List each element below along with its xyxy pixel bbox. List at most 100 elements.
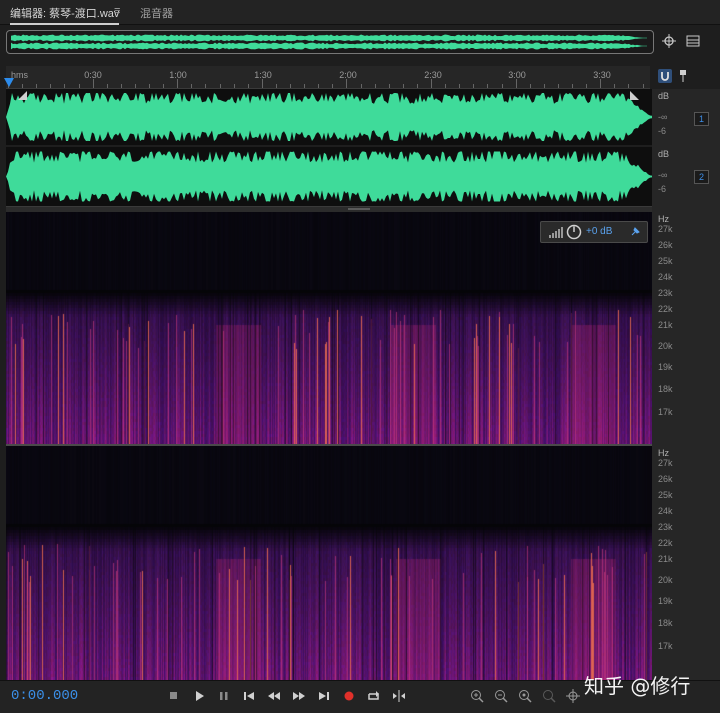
zoom-to-selection-icon[interactable]: [660, 32, 678, 50]
ruler-tick: [346, 79, 348, 88]
frequency-label: 20k: [658, 341, 673, 351]
frequency-label: 24k: [658, 506, 673, 516]
waveform-channel-1[interactable]: [6, 89, 652, 145]
magnet-icon[interactable]: [658, 69, 672, 83]
waveform-graphic: [6, 151, 652, 202]
hud-pin-icon[interactable]: [629, 226, 641, 238]
time-ruler[interactable]: hms 0:30 1:00 1:30 2:00 2:30 3:00 3:30: [6, 66, 650, 89]
spectral-display-channel-2[interactable]: [6, 446, 652, 680]
spectrogram: [6, 446, 652, 680]
play-button[interactable]: [190, 687, 208, 705]
ruler-tick: [572, 84, 573, 88]
ruler-tick: [360, 84, 362, 88]
ruler-tick: [22, 84, 24, 88]
ruler-tick: [487, 84, 489, 88]
waveform-shape: [6, 93, 652, 141]
ruler-tick: [557, 84, 559, 88]
frequency-label: 25k: [658, 256, 673, 266]
stop-button[interactable]: [165, 687, 183, 705]
ruler-tick: [431, 79, 432, 88]
tab-editor[interactable]: 编辑器: 蔡琴-渡口.wav: [10, 5, 120, 25]
go-to-start-button[interactable]: [240, 687, 258, 705]
ruler-label: 2:00: [339, 70, 357, 80]
frequency-label: 19k: [658, 596, 673, 606]
frequency-label: 21k: [658, 554, 673, 564]
record-button[interactable]: [340, 687, 358, 705]
watermark: 知乎 @修行: [584, 674, 691, 698]
ruler-tick: [459, 84, 461, 88]
zoom-out-icon[interactable]: [540, 687, 558, 705]
frequency-label: 17k: [658, 407, 673, 417]
tab-menu-icon[interactable]: ≡: [114, 5, 120, 17]
ruler-tick: [402, 84, 404, 88]
frequency-label: 25k: [658, 490, 673, 500]
channel-2-badge[interactable]: 2: [694, 170, 709, 184]
spectral-display-channel-1[interactable]: [6, 212, 652, 444]
ruler-tick: [628, 84, 630, 88]
timecode-display[interactable]: 0:00.000: [11, 688, 78, 704]
ruler-tick: [318, 84, 320, 88]
ruler-tick: [614, 84, 616, 88]
frequency-label: 27k: [658, 224, 673, 234]
ruler-tick: [445, 84, 447, 88]
overview-waveform[interactable]: [6, 30, 654, 54]
ruler-tick: [600, 79, 602, 88]
ruler-tick: [304, 84, 306, 88]
gain-value[interactable]: +0 dB: [586, 226, 612, 237]
pin-icon[interactable]: [678, 69, 688, 83]
frequency-label: 23k: [658, 522, 673, 532]
ruler-tick: [642, 84, 644, 88]
channel-1-badge[interactable]: 1: [694, 112, 709, 126]
frequency-label: 20k: [658, 575, 673, 585]
divider-grip[interactable]: [348, 208, 370, 210]
gain-knob-icon[interactable]: [566, 224, 582, 240]
ruler-tick: [586, 84, 588, 88]
ruler-tick: [501, 84, 503, 88]
ruler-tick: [205, 84, 207, 88]
skip-selection-button[interactable]: [390, 687, 408, 705]
waveform-shape: [6, 151, 652, 202]
frequency-label: 26k: [658, 474, 673, 484]
zoom-in-icon[interactable]: [516, 687, 534, 705]
frequency-label: 23k: [658, 288, 673, 298]
panel-menu-icon[interactable]: [684, 32, 702, 50]
ruler-tick: [332, 84, 334, 88]
ruler-label: 1:30: [254, 70, 272, 80]
db-unit-label: dB: [658, 91, 670, 101]
ruler-tick: [106, 84, 108, 88]
zoom-full-icon[interactable]: [564, 687, 582, 705]
hud-gain-control[interactable]: +0 dB: [540, 221, 648, 243]
ruler-label: 2:30: [424, 70, 442, 80]
ruler-tick: [529, 84, 531, 88]
ruler-tick: [247, 84, 249, 88]
ruler-label: 3:00: [508, 70, 526, 80]
ruler-tick: [543, 84, 545, 88]
tab-mixer[interactable]: 混音器: [140, 5, 173, 21]
tab-bar: 编辑器: 蔡琴-渡口.wav ≡ 混音器: [0, 0, 720, 25]
db-unit-label: dB: [658, 149, 670, 159]
playhead-marker[interactable]: [4, 78, 14, 87]
overview-waveform-graphic: [11, 34, 647, 50]
db-scale-value: -∞: [658, 170, 668, 180]
ruler-tick: [120, 84, 122, 88]
ruler-tick: [219, 84, 221, 88]
ruler-tick: [275, 84, 277, 88]
ruler-tick: [416, 84, 418, 88]
pause-button[interactable]: [215, 687, 233, 705]
ruler-tick: [50, 84, 52, 88]
rewind-button[interactable]: [265, 687, 283, 705]
zoom-out-amplitude-icon[interactable]: [492, 687, 510, 705]
ruler-tick: [163, 84, 165, 88]
fast-forward-button[interactable]: [290, 687, 308, 705]
ruler-tick: [149, 84, 150, 88]
loop-button[interactable]: [365, 687, 383, 705]
ruler-tick: [473, 84, 475, 88]
waveform-channel-2[interactable]: [6, 147, 652, 206]
ruler-tick: [78, 84, 80, 88]
db-scale-value: -6: [658, 184, 667, 194]
frequency-label: 17k: [658, 641, 673, 651]
frequency-label: 26k: [658, 240, 673, 250]
go-to-end-button[interactable]: [315, 687, 333, 705]
frequency-label: 21k: [658, 320, 673, 330]
zoom-in-amplitude-icon[interactable]: [468, 687, 486, 705]
